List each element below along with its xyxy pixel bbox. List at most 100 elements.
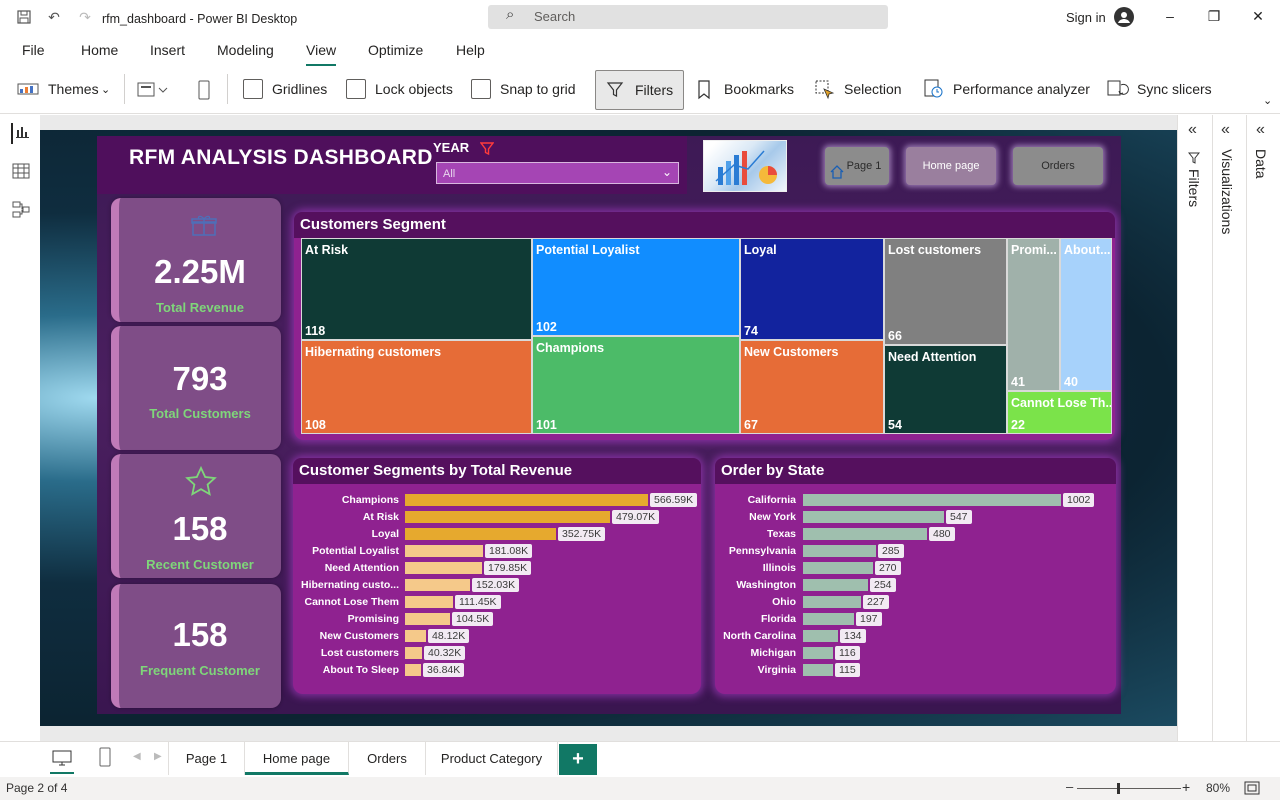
model-view-icon[interactable] (12, 201, 30, 224)
zoom-in-icon[interactable]: + (1182, 779, 1190, 795)
expand-filters-icon[interactable]: « (1188, 121, 1197, 139)
bar-row[interactable]: Washington 254 (715, 578, 1116, 592)
bar-row[interactable]: About To Sleep 36.84K (293, 663, 701, 677)
menu-modeling[interactable]: Modeling (217, 42, 274, 58)
treemap-tile[interactable]: Promi... 41 (1007, 238, 1060, 391)
bar-row[interactable]: Cannot Lose Them 111.45K (293, 595, 701, 609)
treemap-tile[interactable]: Hibernating customers 108 (301, 340, 532, 434)
redo-icon[interactable]: ↷ (77, 9, 93, 25)
menu-home[interactable]: Home (81, 42, 118, 58)
close-icon[interactable]: ✕ (1248, 8, 1268, 25)
add-page-button[interactable]: + (559, 744, 597, 775)
zoom-slider-track[interactable] (1077, 788, 1181, 789)
menu-optimize[interactable]: Optimize (368, 42, 423, 58)
bar-row[interactable]: Pennsylvania 285 (715, 544, 1116, 558)
previous-page-icon[interactable]: ◀ (133, 751, 141, 762)
bar-row[interactable]: Champions 566.59K (293, 493, 701, 507)
treemap-tile[interactable]: Lost customers 66 (884, 238, 1007, 345)
nav-button-page-1[interactable]: Page 1 (825, 147, 889, 185)
expand-visualizations-icon[interactable]: « (1221, 121, 1230, 139)
bar-row[interactable]: Hibernating custo... 152.03K (293, 578, 701, 592)
report-view-icon[interactable] (11, 123, 31, 144)
page-tab-product-category[interactable]: Product Category (426, 742, 558, 775)
bar[interactable] (803, 647, 833, 659)
bar-row[interactable]: Loyal 352.75K (293, 527, 701, 541)
snap-to-grid-checkbox[interactable] (471, 79, 491, 99)
year-slicer-dropdown[interactable]: All ⌄ (436, 162, 679, 184)
performance-analyzer-button[interactable]: Performance analyzer (953, 81, 1090, 97)
gridlines-checkbox[interactable] (243, 79, 263, 99)
data-pane-tab[interactable]: Data (1253, 149, 1269, 179)
bar-row[interactable]: Michigan 116 (715, 646, 1116, 660)
bar-row[interactable]: Need Attention 179.85K (293, 561, 701, 575)
mobile-layout-icon[interactable] (99, 747, 111, 772)
page-view-icon[interactable] (137, 81, 169, 104)
bar-row[interactable]: Texas 480 (715, 527, 1116, 541)
treemap-tile[interactable]: Need Attention 54 (884, 345, 1007, 434)
sign-in-link[interactable]: Sign in (1066, 10, 1106, 25)
zoom-out-icon[interactable]: – (1066, 779, 1073, 794)
treemap-tile[interactable]: Loyal 74 (740, 238, 884, 340)
undo-icon[interactable]: ↶ (46, 9, 62, 25)
filter-icon[interactable] (479, 142, 495, 161)
bar[interactable] (803, 494, 1061, 506)
ribbon-collapse-icon[interactable]: ⌄ (1263, 94, 1272, 107)
themes-button[interactable]: Themes (48, 81, 99, 97)
expand-data-icon[interactable]: « (1256, 121, 1265, 139)
selection-button[interactable]: Selection (844, 81, 902, 97)
treemap-tile[interactable]: Champions 101 (532, 336, 740, 434)
page-tab-orders[interactable]: Orders (349, 742, 426, 775)
bar-row[interactable]: At Risk 479.07K (293, 510, 701, 524)
treemap-tile[interactable]: At Risk 118 (301, 238, 532, 340)
page-tab-page-1[interactable]: Page 1 (168, 742, 245, 775)
bar[interactable] (405, 494, 648, 506)
report-canvas[interactable]: RFM ANALYSIS DASHBOARD YEAR All ⌄ Page 1 (40, 130, 1177, 726)
account-icon[interactable] (1114, 7, 1134, 27)
bar-row[interactable]: Virginia 115 (715, 663, 1116, 677)
bar-row[interactable]: New York 547 (715, 510, 1116, 524)
treemap-tile[interactable]: About... 40 (1060, 238, 1112, 391)
search-box[interactable]: ⌕ Search (488, 5, 888, 29)
save-icon[interactable] (16, 9, 32, 25)
table-view-icon[interactable] (12, 163, 30, 184)
nav-button-orders[interactable]: Orders (1013, 147, 1103, 185)
treemap-tile[interactable]: Cannot Lose Th... 22 (1007, 391, 1112, 434)
bar[interactable] (405, 528, 556, 540)
bar-row[interactable]: Potential Loyalist 181.08K (293, 544, 701, 558)
revenue-by-segment-chart[interactable]: Customer Segments by Total Revenue Champ… (293, 458, 701, 694)
bookmarks-button[interactable]: Bookmarks (724, 81, 794, 97)
bar[interactable] (803, 545, 876, 557)
bar-row[interactable]: North Carolina 134 (715, 629, 1116, 643)
bar[interactable] (405, 664, 421, 676)
bar[interactable] (405, 511, 610, 523)
menu-help[interactable]: Help (456, 42, 485, 58)
bar[interactable] (803, 579, 868, 591)
next-page-icon[interactable]: ▶ (154, 751, 162, 762)
filters-pane-tab[interactable]: Filters (1186, 169, 1202, 207)
lock-objects-checkbox[interactable] (346, 79, 366, 99)
treemap-tile[interactable]: New Customers 67 (740, 340, 884, 434)
zoom-slider-thumb[interactable] (1117, 783, 1120, 794)
restore-icon[interactable]: ❐ (1204, 8, 1224, 25)
bar[interactable] (405, 545, 483, 557)
fit-to-page-icon[interactable] (1244, 781, 1260, 800)
bar-row[interactable]: Ohio 227 (715, 595, 1116, 609)
bar[interactable] (803, 528, 927, 540)
minimize-icon[interactable]: – (1160, 8, 1180, 24)
mobile-layout-icon[interactable] (197, 80, 211, 105)
page-tab-home-page[interactable]: Home page (245, 742, 349, 775)
bar[interactable] (405, 579, 470, 591)
bar[interactable] (803, 562, 873, 574)
bar-row[interactable]: Florida 197 (715, 612, 1116, 626)
bar[interactable] (405, 647, 422, 659)
bar[interactable] (803, 630, 838, 642)
customers-segment-treemap[interactable]: Customers Segment At Risk 118 Hibernating… (294, 212, 1115, 440)
bar[interactable] (803, 596, 861, 608)
bar-row[interactable]: Illinois 270 (715, 561, 1116, 575)
bar-row[interactable]: Lost customers 40.32K (293, 646, 701, 660)
nav-button-home-page[interactable]: Home page (906, 147, 996, 185)
sync-slicers-button[interactable]: Sync slicers (1137, 81, 1212, 97)
menu-file[interactable]: File (22, 42, 45, 58)
bar[interactable] (405, 613, 450, 625)
bar[interactable] (803, 664, 833, 676)
